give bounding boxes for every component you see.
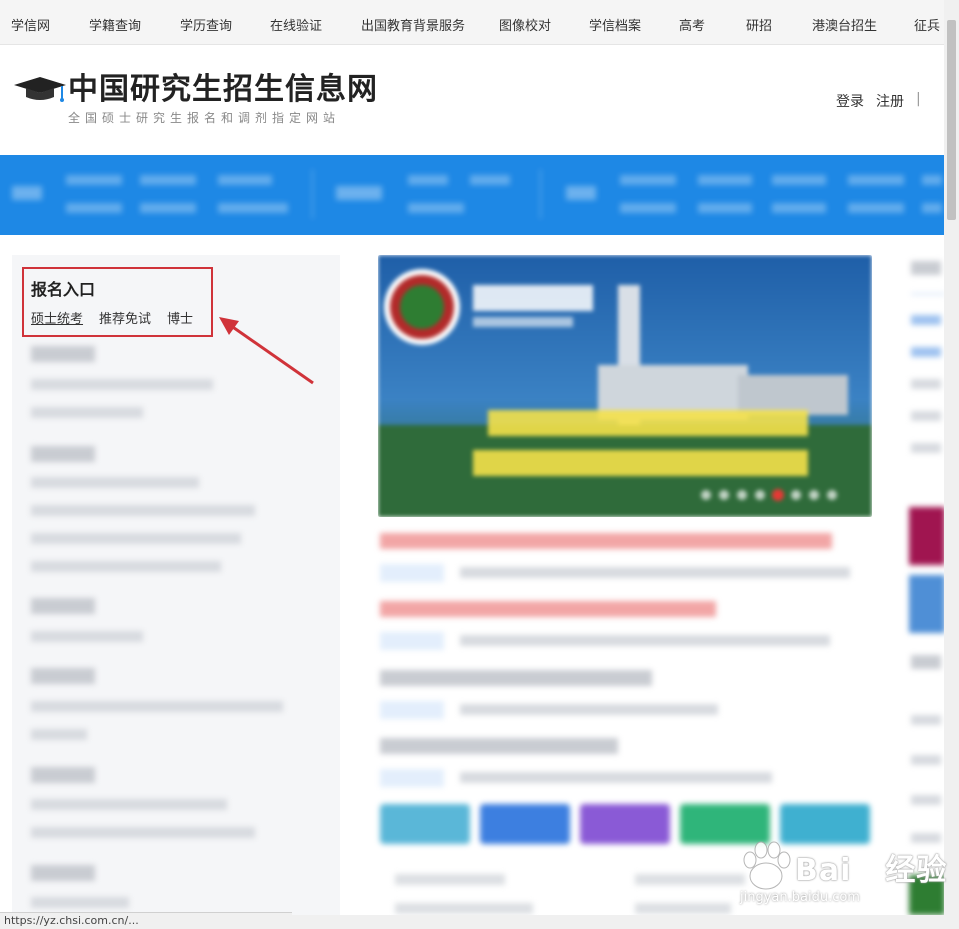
topnav-item-yanzhao[interactable]: 研招 (746, 15, 772, 34)
site-logo[interactable]: 中国研究生招生信息网 全国硕士研究生报名和调剂指定网站 (12, 73, 378, 126)
site-subtitle: 全国硕士研究生报名和调剂指定网站 (68, 111, 341, 125)
login-link[interactable]: 登录 (836, 91, 864, 111)
auth-links: 登录 注册 | (836, 91, 921, 111)
topnav-item-xuexin[interactable]: 学信网 (11, 15, 50, 34)
watermark-url: jingyan.baidu.com (740, 890, 860, 905)
entry-link-recommend[interactable]: 推荐免试 (99, 308, 151, 327)
status-bar-url: https://yz.chsi.com.cn/... (0, 912, 292, 929)
watermark-brand: Bai 经验 (795, 845, 947, 889)
baidu-paw-icon (743, 841, 791, 890)
topnav-item-image-check[interactable]: 图像校对 (499, 15, 551, 34)
topnav-item-archive[interactable]: 学信档案 (589, 15, 641, 34)
right-column-blurred (905, 255, 945, 929)
topnav-item-hk-macau-tw[interactable]: 港澳台招生 (812, 15, 877, 34)
topnav-item-overseas[interactable]: 出国教育背景服务 (361, 15, 465, 34)
watermark-brand-bai: Bai (795, 853, 852, 888)
banner-image (378, 255, 872, 517)
topnav-item-student-status[interactable]: 学籍查询 (89, 15, 141, 34)
auth-separator: | (916, 91, 921, 107)
graduation-cap-icon (12, 73, 68, 107)
topnav-item-gaokao[interactable]: 高考 (679, 15, 705, 34)
entry-links: 硕士统考 推荐免试 博士 (31, 308, 193, 327)
annotation-arrow-icon (219, 317, 314, 385)
topnav-item-conscription[interactable]: 征兵 (914, 15, 940, 34)
register-link[interactable]: 注册 (876, 91, 904, 111)
top-nav: 学信网 学籍查询 学历查询 在线验证 出国教育背景服务 图像校对 学信档案 高考… (0, 0, 944, 45)
horizontal-scrollbar[interactable] (292, 915, 944, 929)
entry-title: 报名入口 (31, 280, 96, 299)
topnav-item-degree-query[interactable]: 学历查询 (180, 15, 232, 34)
watermark-brand-jingyan: 经验 (885, 853, 948, 888)
main-nav-bar (0, 155, 944, 235)
news-banner[interactable] (378, 255, 872, 517)
site-header: 中国研究生招生信息网 全国硕士研究生报名和调剂指定网站 登录 注册 | (0, 45, 944, 155)
scrollbar-thumb[interactable] (947, 20, 956, 220)
entry-link-master-exam[interactable]: 硕士统考 (31, 308, 83, 327)
site-title: 中国研究生招生信息网 (68, 72, 378, 107)
entry-link-doctor[interactable]: 博士 (167, 308, 193, 327)
topnav-item-online-verify[interactable]: 在线验证 (270, 15, 322, 34)
